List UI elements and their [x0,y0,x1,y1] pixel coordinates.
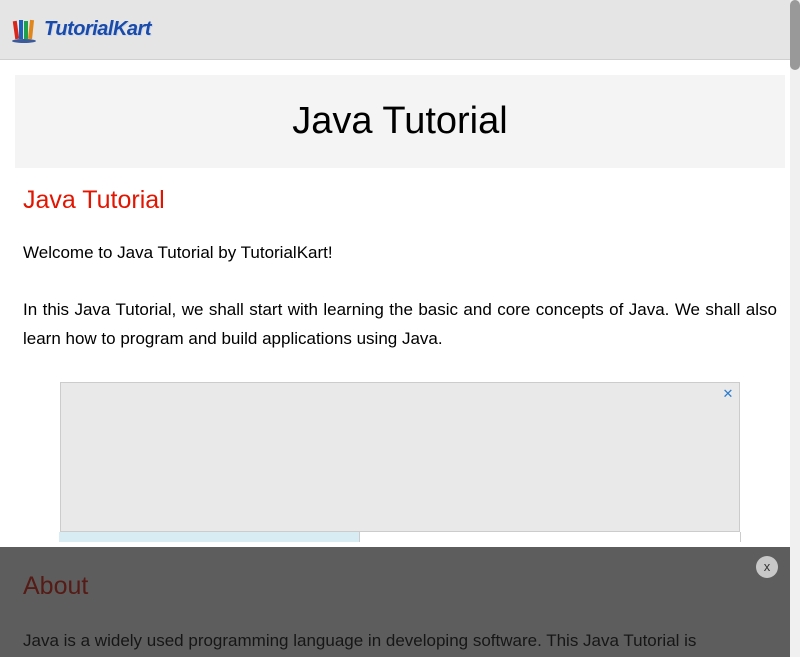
page-title: Java Tutorial [25,100,775,143]
logo-kart: Kart [113,18,151,40]
ad-placeholder: ✕ [60,382,740,532]
books-logo-icon [10,15,40,45]
ad-close-icon[interactable]: ✕ [721,387,735,401]
section-heading-intro: Java Tutorial [15,186,785,215]
about-paragraph-1: Java is a widely used programming langua… [15,627,785,656]
page-banner: Java Tutorial [15,75,785,168]
logo-tutorial: Tutorial [44,18,113,40]
intro-paragraph-1: Welcome to Java Tutorial by TutorialKart… [15,239,785,268]
scrollbar-track[interactable] [790,0,800,657]
logo-link[interactable]: TutorialKart [10,15,151,45]
overlay-close-button[interactable]: x [756,556,778,578]
header-bar: TutorialKart [0,0,800,60]
intro-paragraph-2: In this Java Tutorial, we shall start wi… [15,296,785,354]
content-area: Java Tutorial Java Tutorial Welcome to J… [0,60,800,657]
ad-bottom-strip [59,532,741,542]
scrollbar-thumb[interactable] [790,0,800,70]
section-heading-about: About [15,572,785,601]
logo-text: TutorialKart [44,18,151,41]
